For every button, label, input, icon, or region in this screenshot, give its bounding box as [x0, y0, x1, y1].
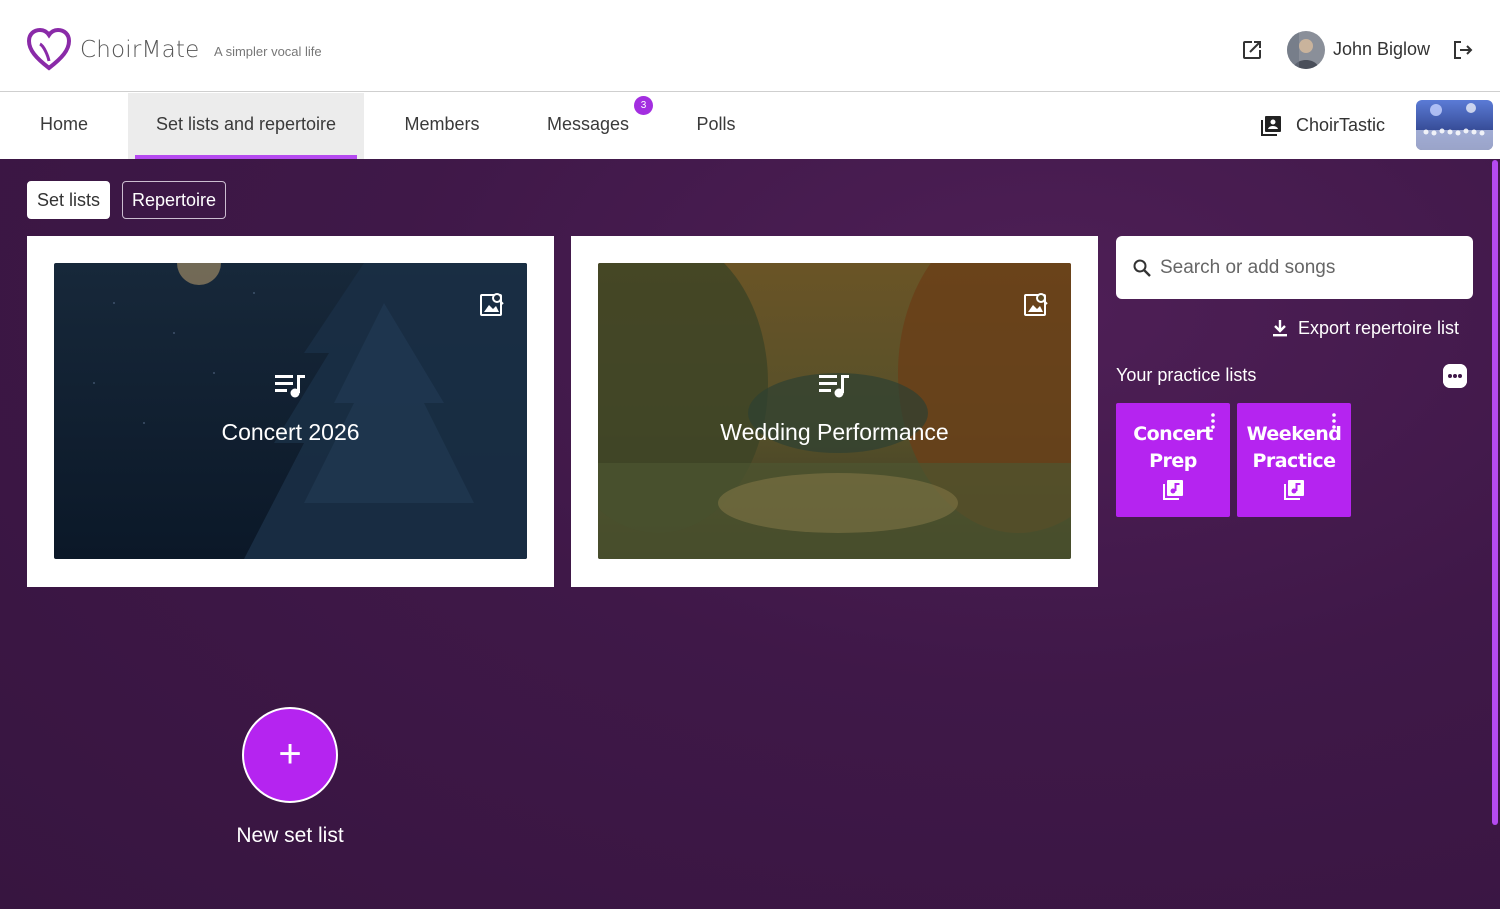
download-icon: [1273, 320, 1287, 337]
logo[interactable]: ChoirMate: [26, 28, 199, 72]
export-repertoire-button[interactable]: Export repertoire list: [1270, 316, 1459, 340]
setlist-cover-image[interactable]: Wedding Performance: [598, 263, 1071, 559]
setlist-card[interactable]: Wedding Performance: [571, 236, 1098, 587]
user-avatar[interactable]: [1287, 31, 1325, 69]
scrollbar[interactable]: [1492, 160, 1498, 825]
logout-icon[interactable]: [1451, 38, 1475, 62]
practice-list-tile[interactable]: Concert Prep: [1116, 403, 1230, 517]
nav-tab-members[interactable]: Members: [386, 93, 498, 159]
external-link-icon[interactable]: [1240, 38, 1264, 62]
setlist-title: Concert 2026: [221, 419, 360, 445]
app-name: ChoirMate: [80, 37, 200, 63]
search-icon: [1133, 259, 1151, 277]
user-name[interactable]: John Biglow: [1333, 39, 1430, 60]
song-search: [1116, 236, 1473, 299]
library-music-icon: [1163, 480, 1183, 500]
nav-tab-polls[interactable]: Polls: [678, 93, 754, 159]
nav-tab-messages[interactable]: Messages: [530, 93, 646, 159]
app-tagline: A simpler vocal life: [214, 44, 322, 59]
practice-list-name: Weekend Practice: [1246, 423, 1342, 472]
new-setlist-button[interactable]: +: [242, 707, 338, 803]
new-setlist-label[interactable]: New set list: [190, 824, 390, 848]
practice-list-tile[interactable]: Weekend Practice: [1237, 403, 1351, 517]
library-music-icon: [1284, 480, 1304, 500]
plus-icon: +: [278, 732, 302, 776]
practice-list-name: Concert Prep: [1133, 423, 1213, 472]
setlist-card[interactable]: Concert 2026: [27, 236, 554, 587]
setlist-cover-image[interactable]: Concert 2026: [54, 263, 527, 559]
heart-logo-icon: [26, 28, 72, 71]
toggle-repertoire[interactable]: Repertoire: [122, 181, 227, 219]
choir-name[interactable]: ChoirTastic: [1296, 115, 1385, 136]
more-options-icon[interactable]: [1443, 364, 1467, 388]
app-header: ChoirMate A simpler vocal life John Bigl…: [0, 0, 1500, 92]
nav-tab-home[interactable]: Home: [20, 93, 108, 159]
practice-lists-title: Your practice lists: [1116, 365, 1257, 385]
nav-tab-setlists[interactable]: Set lists and repertoire: [128, 93, 364, 159]
messages-badge: 3: [634, 96, 653, 115]
setlist-title: Wedding Performance: [720, 419, 949, 445]
edit-image-icon[interactable]: [479, 291, 505, 317]
playlist-music-icon: [275, 375, 305, 398]
toggle-set-lists[interactable]: Set lists: [27, 181, 111, 219]
kebab-menu-icon[interactable]: [1210, 413, 1216, 429]
choir-library-icon[interactable]: [1260, 115, 1282, 137]
edit-image-icon[interactable]: [1023, 291, 1049, 317]
search-input[interactable]: [1160, 250, 1460, 286]
kebab-menu-icon[interactable]: [1331, 413, 1337, 429]
playlist-music-icon: [819, 375, 849, 398]
choir-image[interactable]: [1416, 100, 1493, 150]
